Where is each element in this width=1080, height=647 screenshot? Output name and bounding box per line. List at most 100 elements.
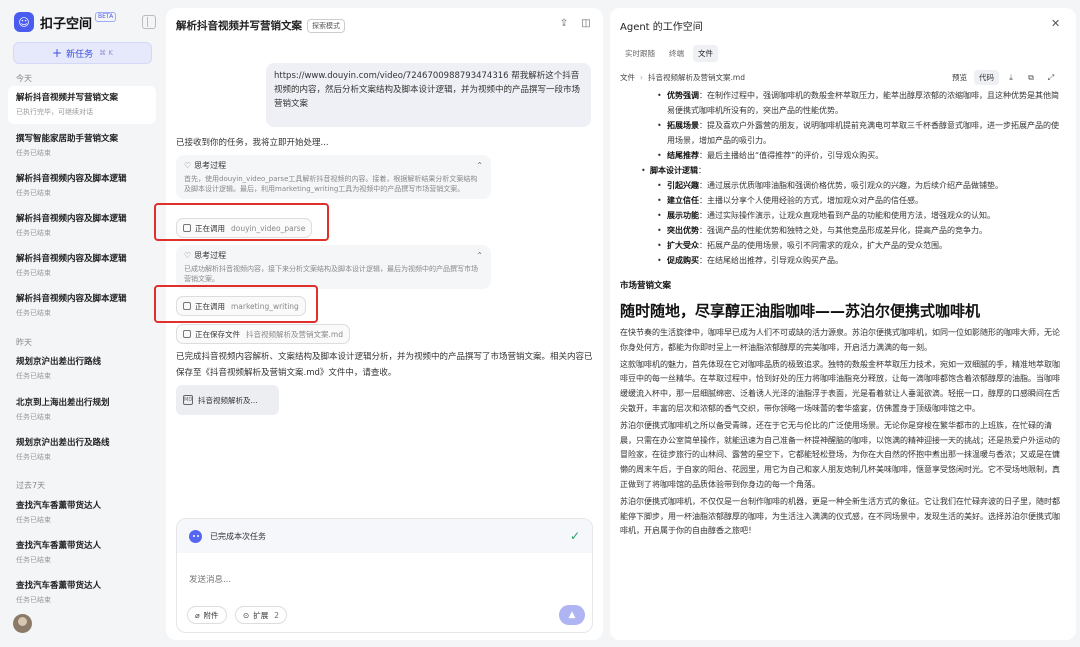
thinking-text: 首先，使用douyin_video_parse工具解析抖音视频的内容。接着，根据…	[184, 175, 478, 193]
list-item: 脚本设计逻辑：	[620, 163, 1061, 178]
task-status: 任务已结束	[16, 189, 51, 197]
close-icon[interactable]: ✕	[1051, 17, 1060, 30]
task-title: 解析抖音视频内容及脚本逻辑	[16, 294, 127, 304]
task-status: 任务已结束	[16, 372, 51, 380]
task-title: 查找汽车香薰带货达人	[16, 581, 102, 591]
extend-label: 扩展	[253, 610, 269, 620]
chevron-right-icon: ›	[640, 73, 643, 82]
task-title: 规划京沪出差出行及路线	[16, 438, 110, 448]
scrollbar[interactable]	[1069, 90, 1072, 630]
task-status: 任务已结束	[16, 556, 51, 564]
task-status: 任务已结束	[16, 309, 51, 317]
task-item[interactable]: 规划京沪出差出行及路线 任务已结束	[8, 431, 156, 469]
share-icon[interactable]: ⇪	[558, 18, 570, 30]
task-title: 解析抖音视频并写营销文案	[16, 93, 119, 103]
tab-files[interactable]: 文件	[693, 45, 718, 62]
file-view-actions: 预览 代码 ⤓ ⧉ ⤢	[947, 70, 1061, 85]
preview-button[interactable]: 预览	[947, 70, 972, 85]
task-item[interactable]: 解析抖音视频内容及脚本逻辑 任务已结束	[8, 247, 156, 285]
app-name: 扣子空间	[40, 16, 93, 32]
thinking-title: 思考过程	[194, 161, 227, 170]
code-button[interactable]: 代码	[974, 70, 999, 85]
summary-message: 已完成抖音视频内容解析、文案结构及脚本设计逻辑分析，并为视频中的产品撰写了市场营…	[176, 352, 593, 378]
section-past-7-days: 过去7天	[16, 481, 46, 490]
breadcrumb: 文件 › 抖音视频解析及营销文案.md	[620, 72, 745, 83]
user-message: https://www.douyin.com/video/72467009887…	[266, 63, 591, 127]
save-file-name: 抖音视频解析及营销文案.md	[246, 329, 343, 339]
download-icon[interactable]: ⤓	[1001, 73, 1021, 83]
extension-icon: ⊙	[243, 610, 250, 620]
task-item[interactable]: 解析抖音视频内容及脚本逻辑 任务已结束	[8, 287, 156, 325]
thinking-text: 已成功解析抖音视频内容，接下来分析文案结构及脚本设计逻辑，最后为视频中的产品撰写…	[184, 265, 478, 283]
attach-button[interactable]: ⌀ 附件	[187, 606, 227, 624]
paperclip-icon: ⌀	[195, 610, 200, 620]
task-title: 解析抖音视频内容及脚本逻辑	[16, 214, 127, 224]
task-item[interactable]: 撰写智能家居助手营销文案 任务已结束	[8, 127, 156, 165]
plus-icon: +	[52, 46, 63, 60]
task-status: 任务已结束	[16, 453, 51, 461]
user-avatar[interactable]	[13, 614, 32, 633]
chat-title: 解析抖音视频并写营销文案	[176, 20, 302, 32]
thinking-block[interactable]: ♡ 思考过程 ⌃ 首先，使用douyin_video_parse工具解析抖音视频…	[176, 155, 491, 199]
save-file-label: 正在保存文件	[195, 329, 240, 339]
workspace-tabs: 实时跟随 终端 文件	[620, 45, 722, 62]
send-icon: ▲	[568, 610, 576, 620]
mode-badge[interactable]: 探索模式	[307, 18, 345, 33]
send-button[interactable]: ▲	[559, 605, 585, 625]
attach-label: 附件	[203, 610, 219, 620]
task-item[interactable]: 查找汽车香薰带货达人 任务已结束	[8, 494, 156, 532]
list-item: 优势强调：在制作过程中，强调咖啡机的数般金杯萃取压力，能萃出醇厚浓郁的浓缩咖啡，…	[620, 88, 1061, 118]
task-title: 规划京沪出差出行路线	[16, 357, 102, 367]
expand-icon[interactable]: ⤢	[1041, 73, 1061, 83]
list-item: 建立信任：主播以分享个人使用经验的方式，增加观众对产品的信任感。	[620, 193, 1061, 208]
task-title: 解析抖音视频内容及脚本逻辑	[16, 254, 127, 264]
thinking-block[interactable]: ♡ 思考过程 ⌃ 已成功解析抖音视频内容，接下来分析文案结构及脚本设计逻辑，最后…	[176, 245, 491, 289]
new-task-shortcut: ⌘ K	[99, 49, 113, 57]
highlight-box	[154, 285, 318, 323]
task-item[interactable]: 解析抖音视频内容及脚本逻辑 任务已结束	[8, 207, 156, 245]
task-item[interactable]: 查找汽车香薰带货达人 任务已结束	[8, 574, 156, 612]
task-status-bar: 已完成本次任务 ✓	[177, 519, 592, 553]
agent-workspace: Agent 的工作空间 ✕ 实时跟随 终端 文件 文件 › 抖音视频解析及营销文…	[610, 8, 1076, 640]
file-attachment-card[interactable]: MD 抖音视频解析及...	[176, 385, 279, 415]
sidebar: ☺ 扣子空间 BETA + 新任务 ⌘ K 今天 解析抖音视频并写营销文案 已执…	[0, 0, 165, 647]
breadcrumb-root[interactable]: 文件	[620, 72, 635, 83]
chevron-up-icon[interactable]: ⌃	[476, 161, 483, 170]
document-viewer: 优势强调：在制作过程中，强调咖啡机的数般金杯萃取压力，能萃出醇厚浓郁的浓缩咖啡，…	[620, 88, 1061, 632]
message-input[interactable]	[189, 575, 489, 585]
app-logo[interactable]: ☺ 扣子空间 BETA	[14, 12, 117, 32]
beta-badge: BETA	[95, 12, 117, 22]
list-item: 扩大受众：拓展产品的使用场景，吸引不同需求的观众，扩大产品的受众范围。	[620, 238, 1061, 253]
task-title: 北京到上海出差出行规划	[16, 398, 110, 408]
check-icon: ✓	[569, 529, 580, 543]
task-status: 任务已结束	[16, 229, 51, 237]
chevron-up-icon[interactable]: ⌃	[476, 251, 483, 260]
task-item[interactable]: 规划京沪出差出行路线 任务已结束	[8, 350, 156, 388]
tab-live-follow[interactable]: 实时跟随	[620, 45, 660, 62]
section-heading: 市场营销文案	[620, 281, 672, 291]
logic-list: 脚本设计逻辑： 引起兴趣：通过展示优质咖啡油脂和强调价格优势，吸引观众的兴趣，为…	[620, 163, 1061, 268]
task-title: 解析抖音视频内容及脚本逻辑	[16, 174, 127, 184]
composer: 已完成本次任务 ✓ ⌀ 附件 ⊙ 扩展 2 ▲	[176, 518, 593, 633]
task-item[interactable]: 解析抖音视频并写营销文案 已执行完毕，可继续对话	[8, 86, 156, 124]
workspace-title: Agent 的工作空间	[620, 22, 703, 33]
list-item: 促成购买：在结尾给出推荐，引导观众购买产品。	[620, 253, 1061, 268]
new-task-button[interactable]: + 新任务 ⌘ K	[13, 42, 152, 64]
list-item: 引起兴趣：通过展示优质咖啡油脂和强调价格优势，吸引观众的兴趣，为后续介绍产品做铺…	[620, 178, 1061, 193]
task-item[interactable]: 北京到上海出差出行规划 任务已结束	[8, 391, 156, 429]
section-today: 今天	[16, 74, 32, 83]
bot-icon	[189, 529, 202, 543]
section-yesterday: 昨天	[16, 338, 32, 347]
extend-button[interactable]: ⊙ 扩展 2	[235, 606, 288, 624]
save-file-pill[interactable]: 正在保存文件 抖音视频解析及营销文案.md	[176, 324, 350, 344]
highlight-box	[154, 203, 329, 241]
sidebar-collapse-icon[interactable]	[142, 15, 156, 29]
task-item[interactable]: 解析抖音视频内容及脚本逻辑 任务已结束	[8, 167, 156, 205]
copy-icon[interactable]: ⧉	[1021, 73, 1041, 83]
paragraph: 苏泊尔便携式咖啡机之所以备受青睐，还在于它无与伦比的广泛使用场景。无论你是穿梭在…	[620, 420, 1060, 489]
task-status: 已执行完毕，可继续对话	[16, 108, 93, 116]
panel-toggle-icon[interactable]: ◫	[580, 18, 592, 30]
tab-terminal[interactable]: 终端	[664, 45, 689, 62]
paragraph: 这款咖啡机的魅力，首先体现在它对咖啡品质的极致追求。独特的数般金杯萃取压力技术，…	[620, 359, 1060, 413]
task-item[interactable]: 查找汽车香薰带货达人 任务已结束	[8, 534, 156, 572]
